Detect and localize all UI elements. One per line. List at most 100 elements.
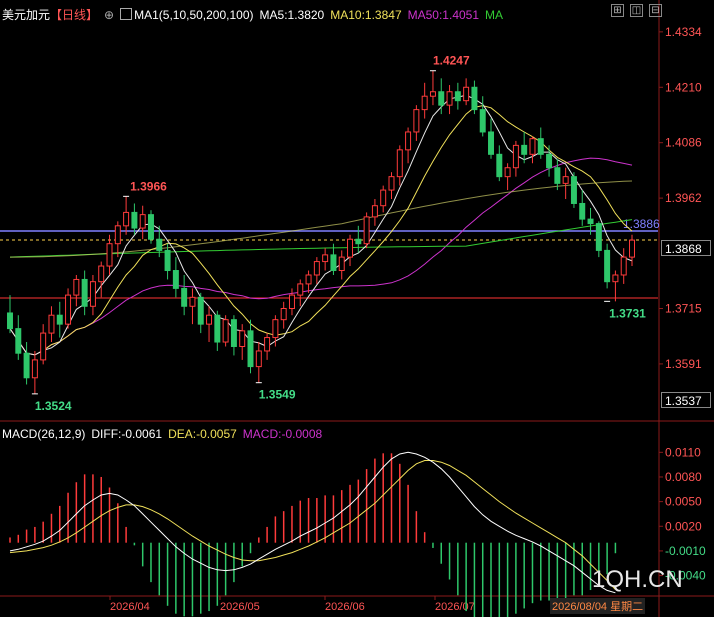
macd-dea: DEA:-0.0057 <box>168 427 237 441</box>
candle-body <box>479 109 486 133</box>
candle-body <box>156 238 163 251</box>
candle-body <box>355 238 362 245</box>
candle-body <box>338 256 345 272</box>
candle-body <box>40 332 47 361</box>
candle-body <box>579 202 586 220</box>
period-label[interactable]: 【日线】 <box>50 8 98 22</box>
price-tick-label: 1.4210 <box>665 80 702 94</box>
candle-body <box>371 205 378 218</box>
candle-body <box>123 211 130 227</box>
window-controls: ⊞ ◫ ⊟ <box>611 4 662 17</box>
candle-body <box>347 238 354 258</box>
candle-body <box>537 138 544 155</box>
candle-body <box>554 167 561 184</box>
price-tick-label: 1.3962 <box>665 191 702 205</box>
annotation-high-label: 1.4247 <box>433 54 470 68</box>
candle-body <box>496 153 503 178</box>
candle-body <box>73 278 80 296</box>
candle-body <box>297 283 304 296</box>
price-tick-label: 1.3591 <box>665 357 702 371</box>
date-tick-label: 2026/04 <box>110 601 150 613</box>
candle-body <box>388 176 395 191</box>
macd-label: MACD(26,12,9) <box>2 427 86 441</box>
candle-body <box>81 278 88 307</box>
candle-body <box>413 109 420 133</box>
candle-body <box>89 281 96 307</box>
candle-body <box>438 91 445 106</box>
date-tick-label: 2026/06 <box>325 601 365 613</box>
candle-body <box>164 249 171 272</box>
date-tick-label: 2026/05 <box>220 601 260 613</box>
macd-tick-label: 0.0020 <box>665 519 702 533</box>
candle-body <box>322 254 329 263</box>
price-tick-label: 1.4086 <box>665 136 702 150</box>
candle-body <box>264 337 271 352</box>
candle-body <box>454 91 461 102</box>
macd-tick-label: 0.0110 <box>665 445 701 459</box>
current-price-box: 1.3868 <box>661 240 711 256</box>
macd-diff: DIFF:-0.0061 <box>91 427 163 441</box>
candle-body <box>255 350 262 368</box>
candle-body <box>172 270 179 289</box>
macd-tick-label: 0.0080 <box>665 470 702 484</box>
candle-body <box>181 287 188 307</box>
annotation-low-label: 1.3731 <box>609 306 646 320</box>
candle-body <box>421 95 428 111</box>
candle-body <box>230 319 237 347</box>
candle-body <box>521 144 528 155</box>
candle-body <box>363 216 370 245</box>
candle-body <box>288 294 295 310</box>
candle-body <box>7 312 13 330</box>
candle-body <box>620 256 627 276</box>
candle-body <box>305 274 312 285</box>
candle-body <box>330 254 337 272</box>
circle-plus-icon[interactable]: ⊕ <box>104 8 114 22</box>
candle-body <box>512 144 519 169</box>
candle-body <box>65 294 72 325</box>
candle-body <box>139 214 146 229</box>
chart-canvas[interactable]: 1.4334 1.4210 1.4086 1.3962 1.3715 1.3591 0.01… <box>0 0 714 617</box>
candle-body <box>56 314 63 325</box>
ma-settings-icon[interactable] <box>120 8 133 20</box>
candle-body <box>48 314 55 334</box>
candle-body <box>313 261 320 276</box>
minimize-icon[interactable]: ⊟ <box>649 4 662 17</box>
ma10-value: MA10:1.3847 <box>330 8 402 22</box>
macd-tick-label: -0.0010 <box>665 544 706 558</box>
candle-body <box>147 214 154 240</box>
annotation-low-label: 1.3549 <box>259 388 296 402</box>
candle-body <box>471 86 478 111</box>
date-tick-label: 2026/07 <box>435 601 475 613</box>
last-low-axis-box: 1.3537 <box>661 392 711 408</box>
candle-body <box>247 330 254 368</box>
candle-body <box>546 153 553 169</box>
candle-body <box>98 265 105 283</box>
candle-body <box>106 243 113 267</box>
price-tick-label: 1.4334 <box>665 25 702 39</box>
candle-body <box>239 330 246 347</box>
candle-body <box>222 319 229 343</box>
candle-body <box>396 149 403 178</box>
candle-body <box>23 352 30 379</box>
candle-body <box>595 223 602 251</box>
symbol-title[interactable]: 美元加元 <box>2 8 50 22</box>
candle-body <box>114 225 121 245</box>
ma-extra-value: MA <box>485 8 504 22</box>
macd-value: MACD:-0.0008 <box>242 427 323 441</box>
background <box>0 0 714 617</box>
candle-body <box>189 296 196 307</box>
candle-body <box>463 86 470 102</box>
ma50-value: MA50:1.4051 <box>407 8 480 22</box>
restore-icon[interactable]: ◫ <box>630 4 643 17</box>
date-highlight: 2026/08/04 星期二 <box>550 598 646 614</box>
candle-body <box>206 314 213 325</box>
candle-body <box>504 167 511 178</box>
candle-body <box>570 176 577 204</box>
ma-label: MA1(5,10,50,200,100) <box>134 8 254 22</box>
blue-line-label: 1.3886 <box>623 217 660 231</box>
candle-body <box>629 239 635 258</box>
candle-body <box>214 314 221 343</box>
maximize-icon[interactable]: ⊞ <box>611 4 624 17</box>
ma5-value: MA5:1.3820 <box>259 8 325 22</box>
macd-tick-label: 0.0050 <box>665 495 702 509</box>
